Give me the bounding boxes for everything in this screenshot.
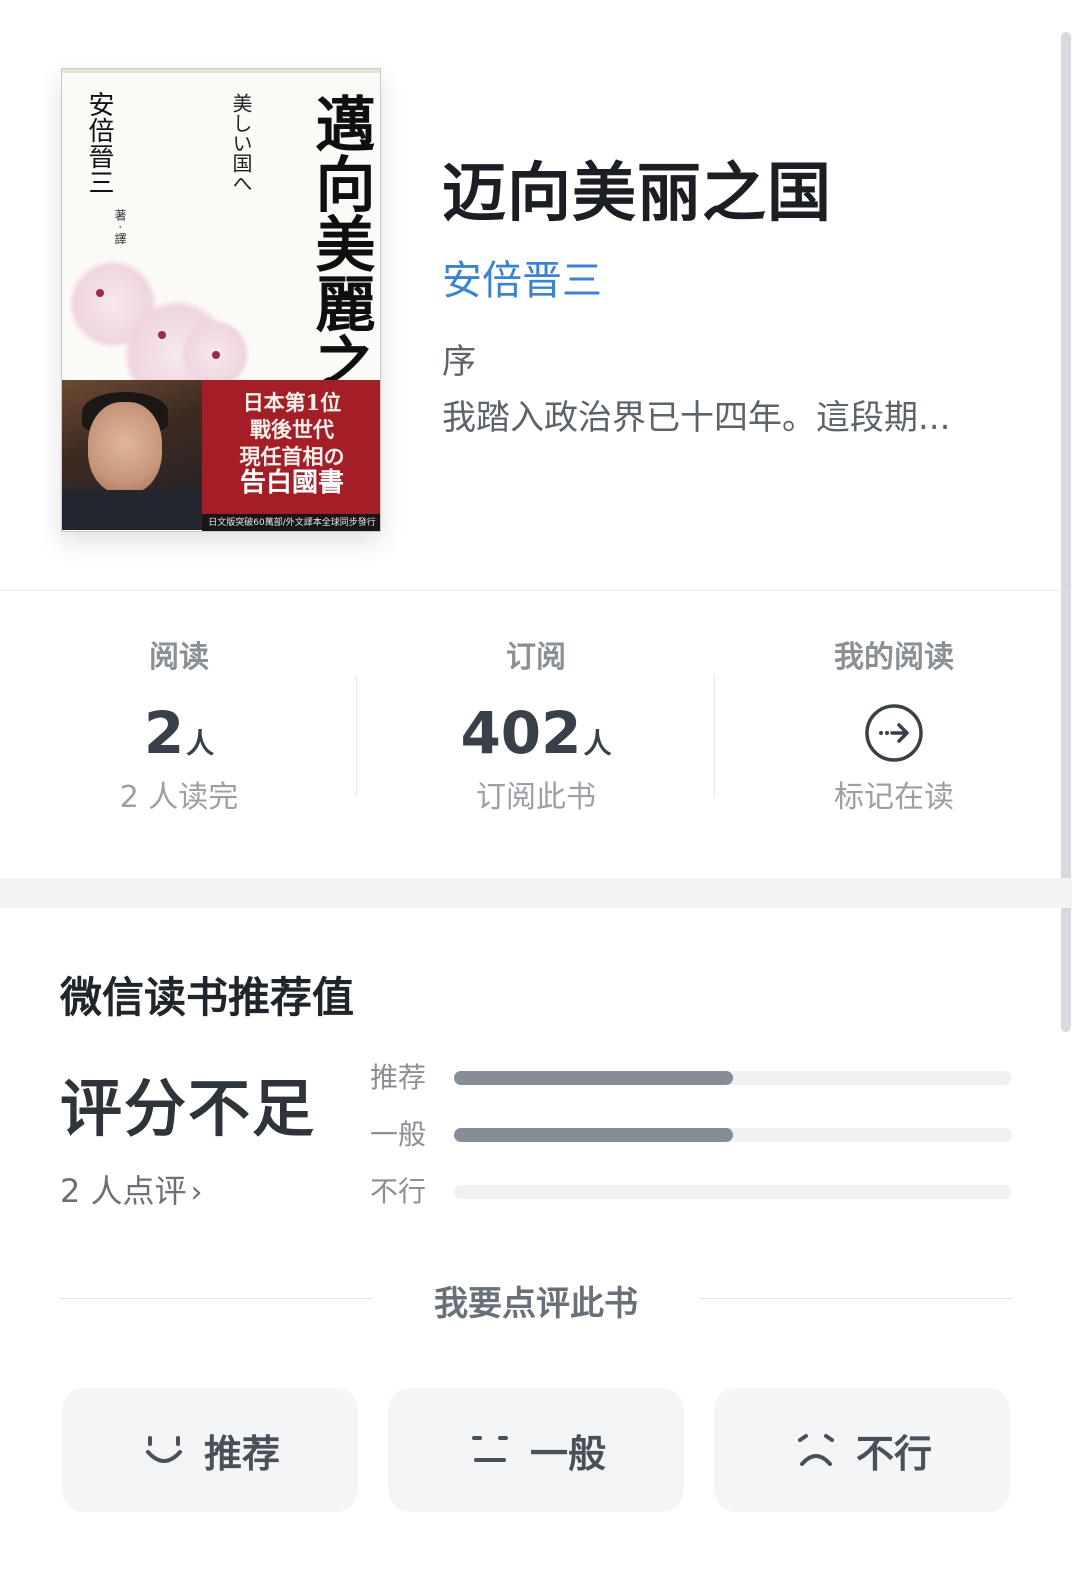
average-button[interactable]: 一般 [388, 1388, 684, 1512]
rating-bar-track [454, 1128, 1012, 1142]
chevron-right-icon: › [190, 1175, 203, 1210]
arrow-circle-icon[interactable] [864, 703, 924, 763]
intro-heading: 序 [442, 342, 476, 382]
recommend-button-label: 推荐 [203, 1431, 280, 1476]
stat-my-reading-label: 我的阅读 [834, 640, 954, 675]
rating-title: 微信读书推荐值 [60, 973, 355, 1022]
stat-my-reading-sub: 标记在读 [834, 780, 954, 815]
section-band [0, 878, 1072, 908]
stat-subscribe[interactable]: 订阅 402人 订阅此书 [357, 636, 715, 820]
cover-translator: 著 · 譯 [113, 209, 127, 245]
stat-reading[interactable]: 阅读 2人 2 人读完 [0, 636, 358, 820]
divider [0, 590, 1072, 591]
cover-author: 安倍晉三 [84, 91, 114, 195]
review-prompt: 我要点评此书 [434, 1284, 638, 1324]
frown-icon [797, 1434, 834, 1466]
rating-bar-fill [454, 1071, 733, 1085]
cover-top-rule [62, 69, 380, 73]
neutral-face-icon [471, 1436, 508, 1462]
stat-my-reading-icon-wrap [715, 698, 1073, 768]
stat-reading-value: 2人 [143, 699, 215, 767]
rating-bar-recommend: 推荐 [370, 1058, 1012, 1098]
stat-reading-sub: 2 人读完 [119, 780, 239, 815]
cover-portrait [62, 380, 202, 530]
reviewers-link[interactable]: 2 人点评 › [60, 1166, 203, 1212]
book-author-link[interactable]: 安倍晋三 [442, 248, 602, 306]
rating-status: 评分不足 [60, 1072, 317, 1145]
cover-subtitle: 美しい国へ [229, 93, 253, 193]
rating-bar-label: 推荐 [370, 1061, 427, 1094]
book-cover[interactable]: 安倍晉三 著 · 譯 美しい国へ 邁向美麗之國 日本第1位 戰後世代 現任首相の… [61, 68, 381, 532]
rating-bar-average: 一般 [370, 1115, 1012, 1155]
cover-flower-bud [96, 289, 104, 297]
rating-bar-poor: 不行 [370, 1172, 1012, 1212]
poor-button[interactable]: 不行 [714, 1388, 1010, 1512]
stat-reading-label: 阅读 [149, 640, 209, 675]
rating-bar-label: 一般 [370, 1118, 427, 1151]
rating-bar-label: 不行 [370, 1175, 427, 1208]
cover-banner-text: 日本第1位 戰後世代 現任首相の 告白國書 [239, 390, 345, 498]
book-intro[interactable]: 序 我踏入政治界已十四年。這段期... [442, 334, 1022, 446]
rating-bar-track [454, 1185, 1012, 1199]
divider [700, 1298, 1012, 1299]
stat-subscribe-value: 402人 [460, 699, 612, 767]
divider [60, 1298, 372, 1299]
smile-icon [145, 1436, 182, 1463]
stat-my-reading[interactable]: 我的阅读 标记在读 [715, 636, 1073, 820]
cover-bottom-band: 日文版突破60萬部/外文譯本全球同步發行 [202, 514, 380, 531]
book-title: 迈向美丽之国 [442, 156, 832, 231]
stat-subscribe-sub: 订阅此书 [476, 780, 596, 815]
cover-flower-bud [212, 351, 220, 359]
rating-bar-track [454, 1071, 1012, 1085]
poor-button-label: 不行 [855, 1431, 932, 1476]
average-button-label: 一般 [529, 1431, 606, 1476]
cover-flower-bud [158, 331, 166, 339]
rating-bar-fill [454, 1128, 733, 1142]
stat-subscribe-label: 订阅 [506, 640, 566, 675]
intro-excerpt: 我踏入政治界已十四年。這段期... [442, 398, 951, 438]
recommend-button[interactable]: 推荐 [62, 1388, 358, 1512]
